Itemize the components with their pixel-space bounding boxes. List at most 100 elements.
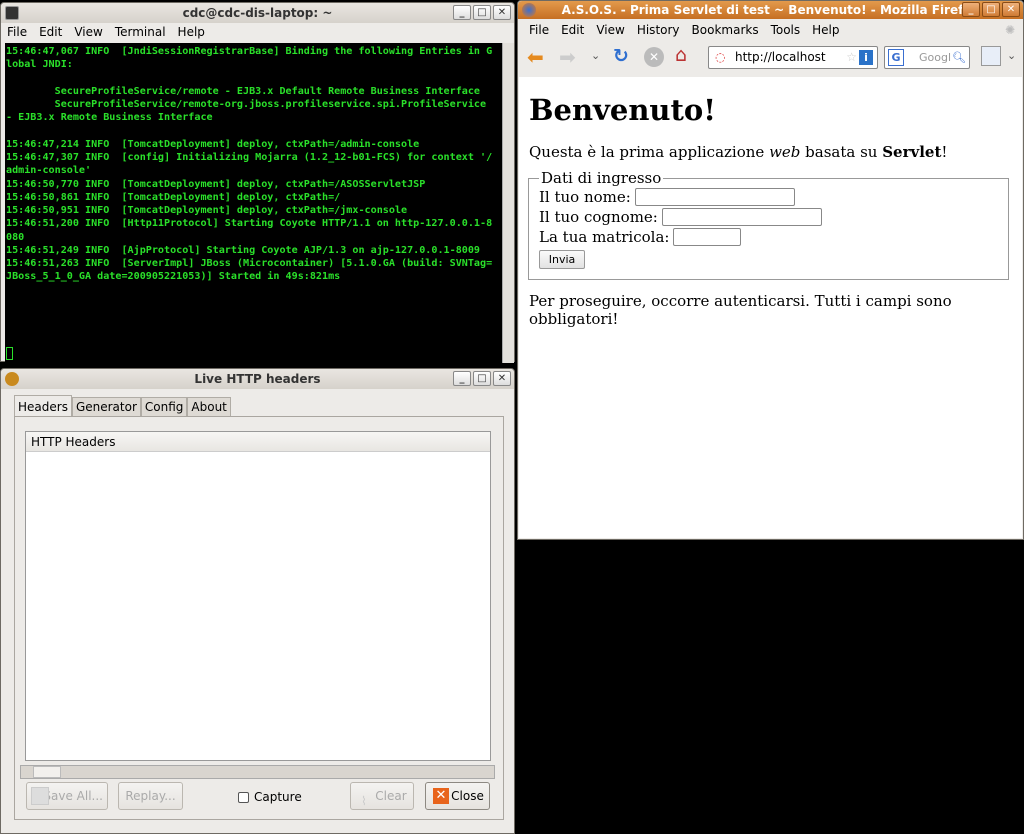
search-placeholder: Googl: [919, 51, 952, 64]
page-content: Benvenuto! Questa è la prima applicazion…: [519, 77, 1022, 538]
close-button[interactable]: ✕: [1002, 2, 1020, 17]
terminal-window: cdc@cdc-dis-laptop: ~ _ □ ✕ File Edit View…: [0, 2, 515, 363]
menu-help[interactable]: Help: [172, 25, 211, 39]
matricola-input[interactable]: [673, 228, 742, 246]
google-engine-icon[interactable]: G: [888, 49, 904, 66]
firefox-titlebar[interactable]: A.S.O.S. - Prima Servlet di test ~ Benve…: [518, 1, 1023, 19]
terminal-line: 15:46:51,200 INFO [Http11Protocol] Start…: [6, 218, 493, 230]
tab-about[interactable]: About: [187, 397, 231, 416]
menu-terminal[interactable]: Terminal: [109, 25, 172, 39]
intro-mid: basata su: [800, 143, 883, 161]
login-fieldset: Dati di ingresso Il tuo nome: Il tuo cog…: [528, 169, 1009, 280]
menu-bookmarks[interactable]: Bookmarks: [686, 23, 765, 37]
terminal-line: SecureProfileService/remote-org.jboss.pr…: [6, 99, 487, 110]
replay-button[interactable]: Replay...: [118, 782, 183, 810]
reload-icon[interactable]: ↻: [613, 45, 629, 67]
fieldset-legend: Dati di ingresso: [541, 169, 662, 187]
forward-icon[interactable]: ➡: [559, 45, 576, 69]
history-dropdown-icon[interactable]: ⌄: [591, 49, 600, 62]
nome-input[interactable]: [634, 188, 795, 206]
close-x-icon: ✕: [433, 788, 449, 804]
maximize-button[interactable]: □: [473, 371, 491, 386]
home-icon[interactable]: ⌂: [675, 44, 687, 66]
nome-label: Il tuo nome:: [539, 188, 631, 206]
page-heading: Benvenuto!: [529, 93, 716, 127]
intro-text: Questa è la prima applicazione web basat…: [529, 143, 1012, 161]
capture-checkbox-row[interactable]: Capture: [238, 790, 302, 804]
bookmark-star-icon[interactable]: ☆: [846, 47, 857, 68]
terminal-output[interactable]: 15:46:47,067 INFO [JndiSessionRegistrarB…: [5, 43, 502, 363]
terminal-line: - EJB3.x Remote Business Interface: [6, 112, 213, 124]
terminal-line: 15:46:50,770 INFO [TomcatDeployment] dep…: [6, 178, 426, 190]
terminal-cursor: [6, 347, 13, 360]
maximize-button[interactable]: □: [982, 2, 1000, 17]
http-headers-column-header[interactable]: HTTP Headers: [26, 432, 490, 452]
capture-checkbox[interactable]: [238, 791, 249, 803]
menu-history[interactable]: History: [631, 23, 686, 37]
terminal-line: 15:46:47,214 INFO [TomcatDeployment] dep…: [6, 138, 420, 150]
firefox-title: A.S.O.S. - Prima Servlet di test ~ Benve…: [561, 3, 980, 17]
floppy-icon: [31, 787, 49, 805]
menu-tools[interactable]: Tools: [765, 23, 807, 37]
close-dialog-button[interactable]: ✕ Close: [425, 782, 490, 810]
firefox-menubar: File Edit View History Bookmarks Tools H…: [523, 23, 1023, 37]
terminal-title: cdc@cdc-dis-laptop: ~: [182, 6, 333, 20]
close-button[interactable]: ✕: [493, 5, 511, 20]
intro-pre: Questa è la prima applicazione: [529, 143, 770, 161]
site-info-icon[interactable]: i: [859, 50, 873, 65]
menu-file[interactable]: File: [1, 25, 33, 39]
tab-headers[interactable]: Headers: [14, 395, 72, 416]
maximize-button[interactable]: □: [473, 5, 491, 20]
terminal-line: JBoss_5_1_0_GA date=200905221053)] Start…: [6, 271, 341, 283]
terminal-line: 15:46:51,249 INFO [AjpProtocol] Starting…: [6, 244, 481, 256]
terminal-line: admin-console': [6, 165, 92, 177]
intro-post: !: [941, 143, 948, 161]
terminal-line: SecureProfileService/remote - EJB3.x Def…: [6, 85, 481, 97]
url-bar[interactable]: ◌ http://localhost ☆ i: [708, 46, 878, 69]
live-tabs: Headers Generator Config About: [14, 395, 231, 416]
save-all-label: Save All...: [43, 789, 103, 803]
minimize-button[interactable]: _: [453, 371, 471, 386]
terminal-scrollbar[interactable]: [502, 43, 514, 363]
clear-button[interactable]: ⌇ Clear: [350, 782, 414, 810]
live-titlebar[interactable]: Live HTTP headers _ □ ✕: [1, 369, 514, 389]
menu-file[interactable]: File: [523, 23, 555, 37]
scrollbar-thumb[interactable]: [33, 766, 61, 778]
cognome-input[interactable]: [661, 208, 822, 226]
overflow-chevron-icon[interactable]: ⌄: [1007, 49, 1016, 62]
menu-help[interactable]: Help: [806, 23, 845, 37]
close-button[interactable]: ✕: [493, 371, 511, 386]
minimize-button[interactable]: _: [962, 2, 980, 17]
menu-edit[interactable]: Edit: [555, 23, 590, 37]
tab-generator[interactable]: Generator: [71, 397, 141, 416]
back-icon[interactable]: ⬅: [527, 45, 544, 69]
broom-icon: ⌇: [361, 794, 367, 808]
live-http-headers-icon: [5, 372, 19, 386]
navigation-toolbar: ⬅ ➡ ⌄ ↻ ✕ ⌂ ◌ http://localhost ☆ i ⌄ G G…: [519, 42, 1022, 73]
menu-view[interactable]: View: [68, 25, 108, 39]
minimize-button[interactable]: _: [453, 5, 471, 20]
footer-text: Per proseguire, occorre autenticarsi. Tu…: [529, 292, 952, 328]
http-headers-list[interactable]: HTTP Headers: [25, 431, 491, 761]
search-icon[interactable]: 🔍︎: [952, 47, 966, 68]
capture-label: Capture: [254, 790, 302, 804]
terminal-titlebar[interactable]: cdc@cdc-dis-laptop: ~ _ □ ✕: [1, 3, 514, 23]
menu-edit[interactable]: Edit: [33, 25, 68, 39]
tab-config[interactable]: Config: [140, 397, 188, 416]
search-box[interactable]: G Googl 🔍︎: [884, 46, 970, 69]
save-all-button[interactable]: Save All...: [26, 782, 108, 810]
terminal-line: 15:46:51,263 INFO [ServerImpl] JBoss (Mi…: [6, 258, 493, 269]
terminal-line: 15:46:47,067 INFO [JndiSessionRegistrarB…: [6, 46, 493, 57]
submit-button[interactable]: Invia: [539, 250, 585, 269]
addon-icon[interactable]: [981, 46, 1001, 66]
terminal-line: lobal JNDI:: [6, 59, 73, 71]
menu-view[interactable]: View: [590, 23, 630, 37]
stop-icon[interactable]: ✕: [644, 47, 664, 67]
horizontal-scrollbar[interactable]: [20, 765, 495, 779]
cognome-label: Il tuo cognome:: [539, 208, 658, 226]
close-label: Close: [451, 789, 484, 803]
terminal-line: 15:46:50,861 INFO [TomcatDeployment] dep…: [6, 191, 341, 203]
terminal-icon: [5, 6, 19, 20]
